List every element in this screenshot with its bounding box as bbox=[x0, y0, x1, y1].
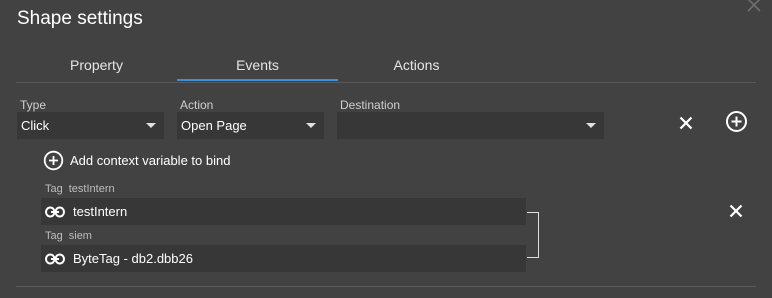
chevron-down-icon bbox=[586, 123, 596, 128]
remove-icon bbox=[679, 116, 693, 130]
tab-events[interactable]: Events bbox=[177, 50, 338, 81]
chevron-down-icon bbox=[306, 123, 316, 128]
tab-actions[interactable]: Actions bbox=[336, 50, 497, 81]
tag-name: siem bbox=[68, 230, 92, 242]
tag-prefix: Tag bbox=[45, 183, 63, 195]
link-icon bbox=[45, 253, 65, 264]
divider bbox=[16, 286, 756, 287]
close-icon bbox=[747, 0, 761, 12]
tag-group-bracket bbox=[527, 212, 539, 258]
destination-label: Destination bbox=[340, 98, 401, 112]
add-context-variable-label: Add context variable to bind bbox=[70, 152, 231, 168]
destination-select[interactable] bbox=[337, 112, 604, 139]
remove-icon bbox=[729, 204, 743, 218]
tab-bar: Property Events Actions bbox=[16, 50, 756, 83]
remove-context-button[interactable] bbox=[727, 202, 745, 225]
tag-value: testIntern bbox=[73, 204, 128, 219]
tag-prefix: Tag bbox=[45, 230, 63, 242]
close-dialog-button[interactable] bbox=[745, 0, 763, 14]
add-circle-icon bbox=[43, 150, 64, 170]
link-icon bbox=[45, 206, 65, 217]
tag-field[interactable]: ByteTag - db2.dbb26 bbox=[41, 245, 526, 272]
tag-field[interactable]: testIntern bbox=[41, 198, 526, 225]
tag-name: testIntern bbox=[68, 183, 115, 195]
remove-event-button[interactable] bbox=[677, 114, 695, 137]
chevron-down-icon bbox=[146, 123, 156, 128]
dialog-title: Shape settings bbox=[17, 8, 143, 29]
tab-property[interactable]: Property bbox=[16, 50, 177, 81]
action-select[interactable]: Open Page bbox=[177, 112, 324, 139]
add-event-button[interactable] bbox=[725, 110, 748, 138]
tag-label: Tag siem bbox=[45, 230, 92, 242]
type-label: Type bbox=[20, 98, 47, 112]
tag-label: Tag testIntern bbox=[45, 183, 115, 195]
action-select-value: Open Page bbox=[181, 118, 247, 133]
type-select-value: Click bbox=[21, 118, 50, 133]
add-context-variable-button[interactable]: Add context variable to bind bbox=[43, 150, 230, 170]
tag-value: ByteTag - db2.dbb26 bbox=[73, 251, 193, 266]
action-label: Action bbox=[180, 98, 214, 112]
type-select[interactable]: Click bbox=[17, 112, 164, 139]
add-circle-icon bbox=[726, 111, 747, 132]
